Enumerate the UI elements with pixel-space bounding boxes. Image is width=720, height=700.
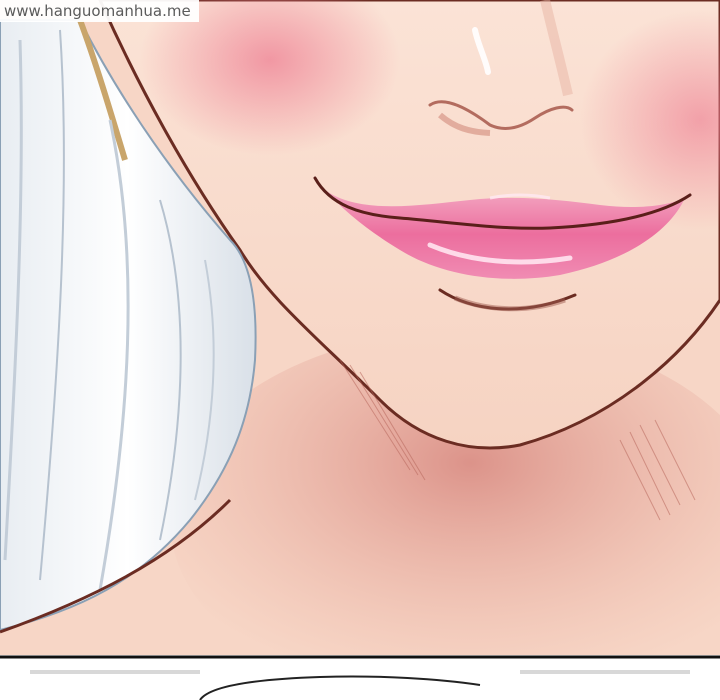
face-illustration: [0, 0, 720, 700]
comic-panel: www.hanguomanhua.me: [0, 0, 720, 700]
site-watermark: www.hanguomanhua.me: [0, 0, 199, 22]
next-panel-edge: [0, 655, 720, 700]
